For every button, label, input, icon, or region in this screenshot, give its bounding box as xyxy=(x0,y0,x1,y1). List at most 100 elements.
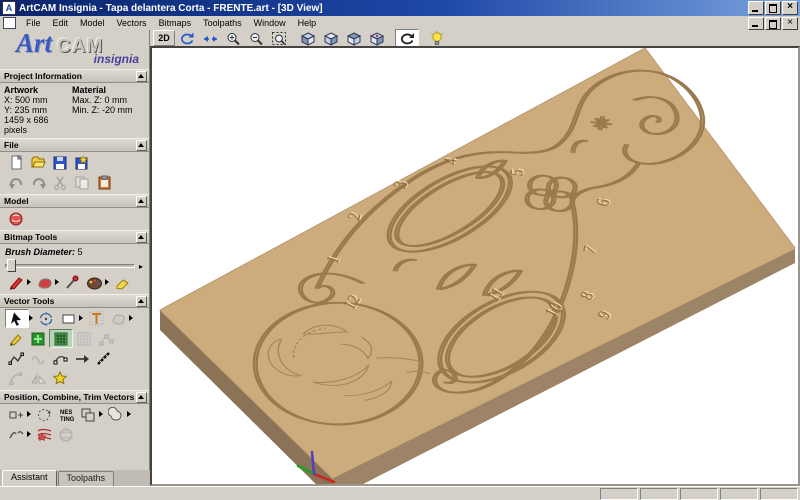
zoom-fit-icon[interactable] xyxy=(268,30,290,47)
model-lighting-icon[interactable] xyxy=(5,210,27,227)
document-icon[interactable] xyxy=(3,17,16,29)
cut-icon xyxy=(49,174,71,191)
menu-model[interactable]: Model xyxy=(74,17,111,29)
nesting-icon[interactable]: NESTING xyxy=(55,406,77,423)
join-vectors-icon[interactable] xyxy=(71,350,93,367)
artwork-x: X: 500 mm xyxy=(4,95,72,105)
eraser-icon[interactable] xyxy=(111,274,133,291)
open-file-icon[interactable] xyxy=(27,154,49,171)
save-model-icon[interactable] xyxy=(71,154,93,171)
palette-icon[interactable] xyxy=(83,274,105,291)
status-cell xyxy=(600,488,638,500)
logo-insignia: insignia xyxy=(94,52,139,66)
collapse-button[interactable] xyxy=(136,232,147,243)
colour-picker-icon[interactable] xyxy=(61,274,83,291)
rotate-copy-icon[interactable] xyxy=(33,406,55,423)
node-tool-icon xyxy=(95,330,117,347)
artwork-pixels: 1459 x 686 pixels xyxy=(4,115,72,135)
3d-view[interactable]: 112233445566778899101011111212 xyxy=(150,46,800,486)
logo-art: Art xyxy=(16,28,52,59)
svg-text:4: 4 xyxy=(442,158,462,165)
brush-diameter-value: 5 xyxy=(78,247,83,257)
iso-view-3-icon[interactable] xyxy=(343,30,365,47)
zoom-out-icon[interactable] xyxy=(245,30,267,47)
collapse-button[interactable] xyxy=(136,392,147,403)
bitmap-to-vector-icon[interactable] xyxy=(27,330,49,347)
iso-view-1-icon[interactable] xyxy=(297,30,319,47)
collapse-button[interactable] xyxy=(136,140,147,151)
rotate-view-icon[interactable] xyxy=(176,30,198,47)
child-close-button[interactable]: × xyxy=(782,17,798,30)
weld-vectors-icon[interactable] xyxy=(105,406,127,423)
flood-fill-icon[interactable] xyxy=(33,274,55,291)
clock-numeral-5: 55 xyxy=(507,168,528,176)
wrap-vectors-icon xyxy=(55,426,77,443)
select-vectors-icon[interactable] xyxy=(5,309,29,328)
slider-track[interactable] xyxy=(5,264,135,268)
2d-view-button[interactable]: 2D xyxy=(153,30,175,46)
menu-toolpaths[interactable]: Toolpaths xyxy=(197,17,248,29)
paint-brush-icon[interactable] xyxy=(5,274,27,291)
brush-diameter-slider[interactable]: ▸ xyxy=(5,259,143,271)
undo-icon[interactable] xyxy=(5,174,27,191)
polyline-tool-icon[interactable] xyxy=(5,350,27,367)
collapse-button[interactable] xyxy=(136,296,147,307)
artwork-label: Artwork xyxy=(4,85,72,95)
pan-view-icon[interactable] xyxy=(199,30,221,47)
menu-window[interactable]: Window xyxy=(248,17,292,29)
paste-icon[interactable] xyxy=(93,174,115,191)
child-minimize-button[interactable] xyxy=(748,17,764,30)
close-button[interactable]: × xyxy=(782,1,798,15)
shape-editor-icon xyxy=(107,310,129,327)
rotate-mode-icon[interactable] xyxy=(395,29,419,48)
svg-text:5: 5 xyxy=(507,169,527,176)
new-file-icon[interactable] xyxy=(5,154,27,171)
slider-handle[interactable] xyxy=(7,259,16,272)
fluting-icon[interactable] xyxy=(33,426,55,443)
assistant-panel: Art CAM insignia Project Information Art… xyxy=(0,30,150,486)
title-bar: A ArtCAM Insignia - Tapa delantera Corta… xyxy=(0,0,800,16)
group-vectors-icon[interactable] xyxy=(77,406,99,423)
transform-vectors-icon[interactable] xyxy=(35,310,57,327)
artcam-window: A ArtCAM Insignia - Tapa delantera Corta… xyxy=(0,0,800,500)
section-project-information: Project Information xyxy=(0,69,149,83)
child-restore-button[interactable] xyxy=(765,17,781,30)
menu-bitmaps[interactable]: Bitmaps xyxy=(153,17,198,29)
spline-tool-icon[interactable] xyxy=(5,330,27,347)
mirror-tool-icon xyxy=(27,370,49,387)
minimize-button[interactable] xyxy=(748,1,764,15)
menu-help[interactable]: Help xyxy=(292,17,323,29)
status-bar xyxy=(0,486,800,500)
slider-step-button[interactable]: ▸ xyxy=(139,262,143,271)
text-tool-icon[interactable] xyxy=(85,310,107,327)
save-file-icon[interactable] xyxy=(49,154,71,171)
star-tool-icon[interactable] xyxy=(49,370,71,387)
menu-vectors[interactable]: Vectors xyxy=(111,17,153,29)
status-cell xyxy=(680,488,718,500)
edit-nodes-icon[interactable] xyxy=(49,350,71,367)
status-cell xyxy=(640,488,678,500)
toggle-light-icon[interactable] xyxy=(426,30,448,47)
offset-tool-icon[interactable] xyxy=(5,406,27,423)
panel-tab-bar: Assistant Toolpaths xyxy=(0,470,150,486)
redo-icon[interactable] xyxy=(27,174,49,191)
rectangle-tool-icon[interactable] xyxy=(57,310,79,327)
trim-vectors-icon[interactable] xyxy=(5,426,27,443)
view-toolbar: 2D xyxy=(150,30,800,46)
collapse-button[interactable] xyxy=(136,196,147,207)
restore-button[interactable] xyxy=(765,1,781,15)
section-bitmap-tools: Bitmap Tools xyxy=(0,230,149,244)
iso-view-4-icon[interactable] xyxy=(366,30,388,47)
clock-numeral-6: 66 xyxy=(594,198,616,207)
material-label: Material xyxy=(72,85,133,95)
collapse-button[interactable] xyxy=(136,71,147,82)
flyout-arrow-icon[interactable] xyxy=(129,313,135,323)
copy-icon xyxy=(71,174,93,191)
iso-view-2-icon[interactable] xyxy=(320,30,342,47)
tab-toolpaths[interactable]: Toolpaths xyxy=(58,471,115,486)
flyout-arrow-icon[interactable] xyxy=(127,409,133,419)
vector-to-bitmap-icon[interactable] xyxy=(49,329,73,348)
measure-tool-icon[interactable] xyxy=(93,350,115,367)
zoom-in-icon[interactable] xyxy=(222,30,244,47)
tab-assistant[interactable]: Assistant xyxy=(2,470,57,486)
